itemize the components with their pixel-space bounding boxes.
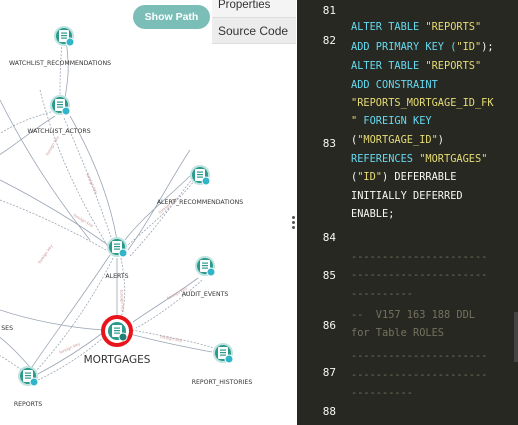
code-line: INITIALLY DEFERRED	[351, 187, 463, 205]
side-tabs: Properties Source Code	[212, 0, 296, 44]
code-line: ("MORTGAGE_ID")	[351, 131, 444, 149]
code-token: "ID"	[456, 41, 482, 53]
node-mortgages[interactable]: MORTGAGES	[84, 315, 151, 366]
svg-text:foreign key: foreign key	[119, 290, 126, 313]
graph-canvas[interactable]: foreign key foreign key foreign key fore…	[0, 0, 290, 425]
code-line: ADD CONSTRAINT	[351, 76, 438, 94]
code-line: for Table ROLES	[351, 324, 444, 342]
code-token: ) DEFERRABLE	[382, 171, 457, 183]
code-token: ADD CONSTRAINT	[351, 79, 438, 91]
node-watchlist-recommendations[interactable]: WATCHLIST_RECOMMENDATIONS	[9, 26, 111, 67]
node-offscreen-ses[interactable]: SES	[1, 325, 13, 332]
code-line: -- V157 163 188 DDL	[351, 306, 475, 324]
code-token: ALTER TABLE	[351, 21, 426, 33]
node-audit-events[interactable]: AUDIT_EVENTS	[182, 256, 229, 298]
line-number: 84	[322, 231, 336, 244]
code-line: ("ID") DEFERRABLE	[351, 168, 456, 186]
code-line: ----------------------	[351, 366, 487, 384]
code-line: ----------------------	[351, 347, 487, 365]
code-token: ALTER TABLE	[351, 60, 426, 72]
svg-text:foreign key: foreign key	[37, 243, 54, 265]
code-token: ENABLE;	[351, 208, 395, 220]
line-number: 81	[322, 4, 336, 17]
line-number: 88	[322, 405, 336, 418]
code-token: "REPORTS"	[425, 21, 482, 33]
code-token: )	[437, 134, 444, 146]
code-token: ----------	[351, 288, 413, 300]
code-token: "ID"	[357, 171, 383, 183]
code-line: ----------	[351, 384, 413, 402]
code-line: ----------	[351, 285, 413, 303]
code-line: REFERENCES "MORTGAGES"	[351, 150, 487, 168]
code-line: " FOREIGN KEY	[351, 112, 432, 130]
code-token: "MORTGAGE_ID"	[357, 134, 438, 146]
code-token: -- V157 163 188 DDL	[351, 309, 475, 321]
code-token: for Table ROLES	[351, 327, 444, 339]
svg-text:foreign key: foreign key	[160, 334, 183, 343]
code-token: FOREIGN KEY	[357, 115, 432, 127]
node-watchlist-actors[interactable]: WATCHLIST_ACTORS	[27, 95, 91, 135]
line-number-gutter: 81 82 83 84 85 86 87 88	[297, 0, 340, 425]
pane-splitter-handle[interactable]	[291, 216, 295, 232]
node-reports[interactable]: REPORTS	[14, 366, 42, 408]
code-token: ----------	[351, 387, 413, 399]
source-code-editor[interactable]: 81 82 83 84 85 86 87 88 ALTER TABLE "REP…	[297, 0, 518, 425]
svg-text:foreign key: foreign key	[45, 134, 61, 156]
node-label: ALERTS	[105, 273, 128, 280]
code-scrollbar-thumb[interactable]	[514, 312, 518, 362]
line-number: 82	[322, 34, 336, 47]
code-line: ENABLE;	[351, 205, 394, 223]
svg-text:foreign key: foreign key	[58, 341, 81, 355]
code-line: ALTER TABLE "REPORTS"	[351, 57, 481, 75]
code-token: );	[481, 41, 494, 53]
code-line: ADD PRIMARY KEY ("ID");	[351, 38, 494, 56]
node-label: REPORTS	[14, 401, 42, 408]
code-line: ALTER TABLE "REPORTS"	[351, 18, 481, 36]
node-label: REPORT_HISTORIES	[192, 379, 253, 386]
tab-source-code[interactable]: Source Code	[212, 18, 296, 44]
code-token: "MORTGAGES"	[419, 153, 488, 165]
node-label: MORTGAGES	[84, 354, 151, 366]
node-label: ALERT_RECOMMENDATIONS	[157, 199, 243, 206]
code-token: ----------------------	[351, 350, 488, 362]
node-label: WATCHLIST_ACTORS	[27, 128, 90, 135]
code-token: REFERENCES	[351, 153, 420, 165]
node-label: SES	[1, 325, 13, 332]
code-token: INITIALLY DEFERRED	[351, 190, 463, 202]
line-number: 86	[322, 319, 336, 332]
code-token: ADD PRIMARY KEY (	[351, 41, 457, 53]
code-line: ----------------------	[351, 248, 487, 266]
code-line: ----------------------	[351, 266, 487, 284]
code-token: ----------------------	[351, 269, 488, 281]
code-token: ----------------------	[351, 251, 488, 263]
node-alert-recommendations[interactable]: ALERT_RECOMMENDATIONS	[157, 165, 243, 206]
tab-properties[interactable]: Properties	[212, 0, 296, 18]
code-scrollbar[interactable]	[513, 0, 518, 425]
svg-text:foreign key: foreign key	[85, 172, 99, 195]
code-token: "REPORTS_MORTGAGE_ID_FK	[351, 97, 494, 109]
show-path-button[interactable]: Show Path	[133, 5, 210, 29]
code-line: "REPORTS_MORTGAGE_ID_FK	[351, 94, 494, 112]
node-label: WATCHLIST_RECOMMENDATIONS	[9, 60, 111, 67]
line-number: 85	[322, 269, 336, 282]
svg-text:foreign key: foreign key	[73, 213, 95, 229]
line-number: 83	[322, 137, 336, 150]
code-token: "REPORTS"	[425, 60, 482, 72]
node-label: AUDIT_EVENTS	[182, 291, 229, 298]
code-token: ----------------------	[351, 369, 488, 381]
dependency-graph[interactable]: foreign key foreign key foreign key fore…	[0, 0, 290, 425]
line-number: 87	[322, 366, 336, 379]
